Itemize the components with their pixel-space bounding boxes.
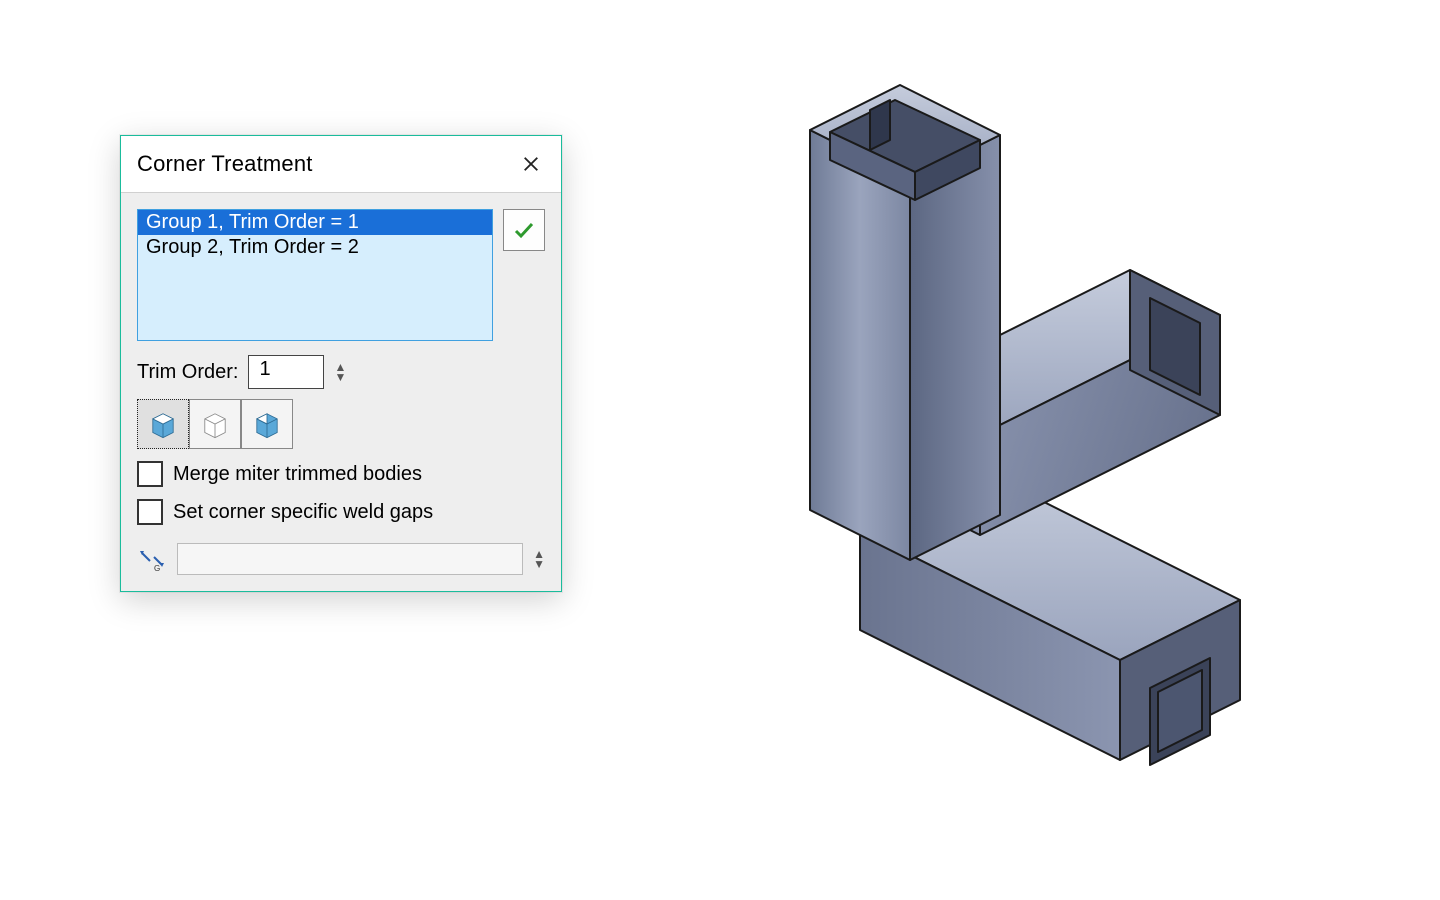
trim-order-label: Trim Order: [137, 361, 238, 384]
merge-miter-row: Merge miter trimmed bodies [137, 461, 545, 487]
trim-mode-buttons [137, 399, 545, 449]
trim-mode-2-button[interactable] [189, 399, 241, 449]
gap-value-input[interactable] [177, 543, 523, 575]
close-button[interactable] [517, 150, 545, 178]
gap-icon: G [137, 544, 167, 574]
trim-mode-3-button[interactable] [241, 399, 293, 449]
dialog-body: Group 1, Trim Order = 1 Group 2, Trim Or… [121, 193, 561, 591]
trim-mode-1-button[interactable] [137, 399, 189, 449]
trim-order-input[interactable]: 1 [248, 355, 324, 389]
spinner-down-icon[interactable]: ▼ [533, 559, 545, 569]
group-list-area: Group 1, Trim Order = 1 Group 2, Trim Or… [137, 209, 545, 341]
trim-order-spinner[interactable]: ▲ ▼ [334, 362, 346, 382]
group-list-item[interactable]: Group 2, Trim Order = 2 [138, 235, 492, 260]
spinner-down-icon[interactable]: ▼ [334, 372, 346, 382]
trim-group-list[interactable]: Group 1, Trim Order = 1 Group 2, Trim Or… [137, 209, 493, 341]
cube-split-icon [250, 407, 284, 441]
dialog-header: Corner Treatment [121, 136, 561, 193]
group-list-item[interactable]: Group 1, Trim Order = 1 [138, 210, 492, 235]
model-preview [680, 40, 1320, 820]
merge-miter-label: Merge miter trimmed bodies [173, 463, 422, 486]
confirm-button[interactable] [503, 209, 545, 251]
trim-order-row: Trim Order: 1 ▲ ▼ [137, 355, 545, 389]
close-icon [522, 155, 540, 173]
svg-text:G: G [154, 564, 160, 573]
cube-icon [146, 407, 180, 441]
dialog-title: Corner Treatment [137, 151, 313, 177]
weld-gap-label: Set corner specific weld gaps [173, 501, 433, 524]
corner-treatment-dialog: Corner Treatment Group 1, Trim Order = 1… [120, 135, 562, 592]
weld-gap-checkbox[interactable] [137, 499, 163, 525]
gap-value-row: G ▲ ▼ [137, 543, 545, 575]
weld-gap-row: Set corner specific weld gaps [137, 499, 545, 525]
merge-miter-checkbox[interactable] [137, 461, 163, 487]
check-icon [512, 218, 536, 242]
gap-spinner[interactable]: ▲ ▼ [533, 549, 545, 569]
cube-outline-icon [198, 407, 232, 441]
